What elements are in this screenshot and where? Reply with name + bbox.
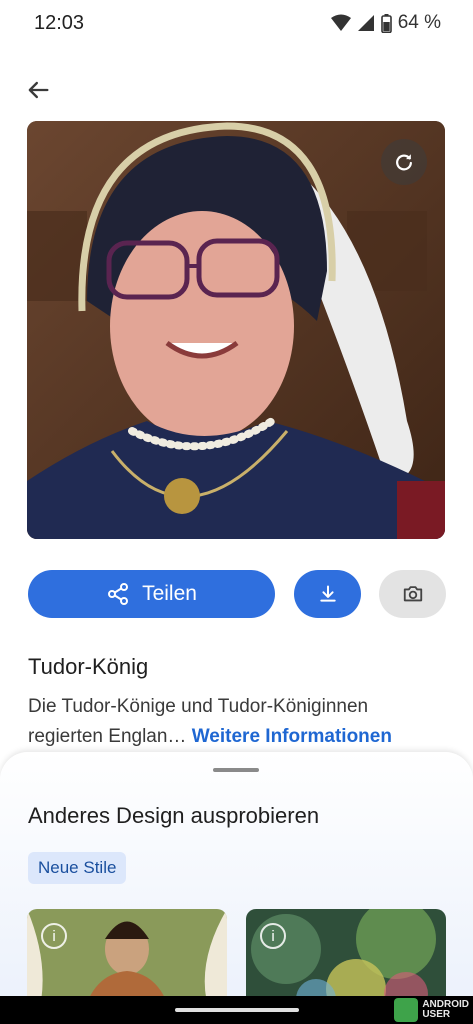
sheet-drag-handle[interactable] bbox=[213, 768, 259, 772]
status-icons: 64 % bbox=[330, 12, 441, 34]
watermark-line-2: USER bbox=[422, 1009, 451, 1020]
arrow-left-icon bbox=[28, 81, 49, 99]
info-icon[interactable]: i bbox=[260, 923, 286, 949]
back-button[interactable] bbox=[24, 76, 52, 104]
portrait-illustration bbox=[27, 121, 445, 539]
cell-signal-icon bbox=[357, 15, 374, 31]
watermark: ANDROID USER bbox=[394, 996, 473, 1024]
new-styles-chip[interactable]: Neue Stile bbox=[28, 852, 127, 884]
share-icon bbox=[108, 583, 129, 605]
status-time: 12:03 bbox=[34, 12, 85, 34]
camera-icon bbox=[403, 586, 422, 602]
android-user-logo-icon bbox=[394, 998, 419, 1022]
battery-level: 64 % bbox=[397, 12, 441, 33]
result-description: Die Tudor-Könige und Tudor-Königinnen re… bbox=[28, 692, 448, 752]
camera-button[interactable] bbox=[379, 570, 446, 618]
system-nav-bar: ANDROID USER bbox=[0, 996, 473, 1024]
sheet-title: Anderes Design ausprobieren bbox=[28, 803, 320, 828]
wifi-icon bbox=[330, 14, 351, 31]
refresh-icon bbox=[396, 154, 412, 171]
status-bar: 12:03 64 % bbox=[0, 0, 473, 48]
battery-icon bbox=[380, 13, 392, 33]
share-button[interactable]: Teilen bbox=[28, 570, 275, 618]
watermark-text: ANDROID USER bbox=[422, 1000, 469, 1020]
download-button[interactable] bbox=[294, 570, 361, 618]
home-gesture-handle[interactable] bbox=[175, 1008, 299, 1012]
regenerate-button[interactable] bbox=[381, 139, 427, 185]
style-bottom-sheet: Anderes Design ausprobieren Neue Stile i… bbox=[0, 752, 473, 1024]
share-label: Teilen bbox=[142, 582, 197, 605]
info-icon[interactable]: i bbox=[41, 923, 67, 949]
generated-portrait-image bbox=[27, 121, 445, 539]
more-info-link[interactable]: Weitere Informationen bbox=[192, 726, 392, 747]
download-icon bbox=[319, 585, 336, 602]
result-title: Tudor-König bbox=[28, 654, 149, 679]
